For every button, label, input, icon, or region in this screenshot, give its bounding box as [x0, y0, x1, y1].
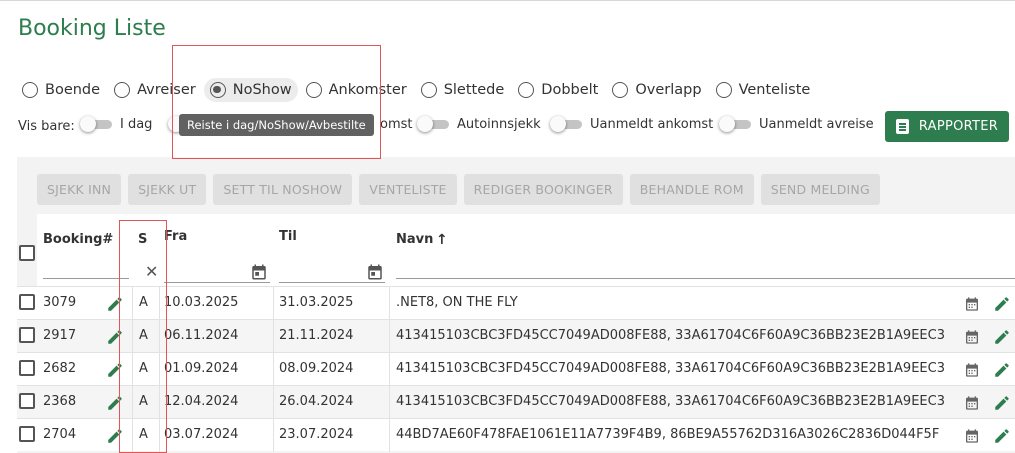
rapporter-label: RAPPORTER [918, 119, 999, 134]
venteliste-button[interactable]: VENTELISTE [359, 174, 457, 205]
pencil-icon[interactable] [993, 394, 1011, 412]
cell-til: 26.04.2024 [279, 394, 354, 409]
cell-til: 23.07.2024 [279, 427, 354, 442]
row-checkbox[interactable] [19, 327, 35, 343]
row-checkbox[interactable] [19, 294, 35, 310]
pencil-icon[interactable] [993, 361, 1011, 379]
sjekk-ut-button[interactable]: SJEKK UT [128, 174, 207, 205]
send-melding-button[interactable]: SEND MELDING [760, 174, 880, 205]
cell-booking: 3079 [43, 295, 77, 310]
column-header-fra[interactable]: Fra [164, 229, 187, 244]
navn-filter-input[interactable] [396, 278, 1015, 279]
filter-overlapp[interactable]: Overlapp [612, 82, 702, 98]
action-toolbar: SJEKK INN SJEKK UT SETT TIL NOSHOW VENTE… [37, 174, 887, 205]
calendar-icon[interactable] [964, 395, 980, 411]
table-header [37, 214, 1015, 286]
toggle-switch [550, 116, 582, 132]
toggle-switch [719, 116, 751, 132]
highlight-box-noshow [172, 45, 381, 159]
cell-navn: 413415103CBC3FD45CC7049AD008FE88, 33A617… [396, 361, 945, 376]
radio-icon [518, 82, 535, 98]
cell-til: 31.03.2025 [279, 295, 354, 310]
filter-venteliste[interactable]: Venteliste [715, 82, 811, 98]
radio-icon [715, 82, 732, 98]
toggle-label: I dag [120, 117, 153, 132]
row-checkbox[interactable] [19, 426, 35, 442]
calendar-icon[interactable] [250, 263, 268, 281]
cell-fra: 06.11.2024 [164, 328, 239, 343]
toggle-label: Autoinnsjekk [457, 117, 541, 132]
rapporter-button[interactable]: RAPPORTER [885, 111, 1009, 142]
til-filter-input[interactable] [279, 282, 385, 283]
page-title: Booking Liste [18, 16, 166, 41]
cell-fra: 01.09.2024 [164, 361, 239, 376]
report-icon [895, 119, 909, 134]
calendar-icon[interactable] [964, 296, 980, 312]
radio-icon [22, 82, 38, 98]
behandle-rom-button[interactable]: BEHANDLE ROM [629, 174, 754, 205]
filter-label: Venteliste [738, 82, 811, 98]
cell-navn: 413415103CBC3FD45CC7049AD008FE88, 33A617… [396, 394, 945, 409]
fra-filter-input[interactable] [164, 282, 270, 283]
filter-label: Boende [45, 82, 101, 98]
toggle-autoinnsjekk[interactable]: Autoinnsjekk [417, 116, 541, 132]
calendar-icon[interactable] [366, 263, 384, 281]
radio-icon [114, 82, 131, 98]
pencil-icon[interactable] [993, 295, 1011, 313]
filter-label: Dobbelt [541, 82, 599, 98]
column-header-til[interactable]: Til [279, 229, 297, 244]
cell-til: 21.11.2024 [279, 328, 354, 343]
cell-navn: 44BD7AE60F478FAE1061E11A7739F4B9, 86BE9A… [396, 427, 940, 442]
filter-slettede[interactable]: Slettede [420, 82, 505, 98]
cell-booking: 2682 [43, 361, 77, 376]
radio-icon [420, 82, 437, 98]
pencil-icon[interactable] [993, 328, 1011, 346]
top-divider [0, 0, 1015, 1]
cell-booking: 2704 [43, 427, 77, 442]
row-checkbox[interactable] [19, 360, 35, 376]
radio-icon [612, 82, 629, 98]
cell-til: 08.09.2024 [279, 361, 354, 376]
cell-fra: 10.03.2025 [164, 295, 239, 310]
column-header-booking[interactable]: Booking# [43, 232, 113, 247]
calendar-icon[interactable] [964, 362, 980, 378]
rediger-bookinger-button[interactable]: REDIGER BOOKINGER [463, 174, 623, 205]
sort-up-icon[interactable]: ↑ [436, 232, 448, 248]
toggle-uanmeldt-ankomst[interactable]: Uanmeldt ankomst [550, 116, 714, 132]
highlight-box-status-column [119, 220, 167, 453]
calendar-icon[interactable] [964, 428, 980, 444]
filter-label: Slettede [443, 82, 505, 98]
toggle-switch [417, 116, 449, 132]
cell-navn: 413415103CBC3FD45CC7049AD008FE88, 33A617… [396, 328, 945, 343]
booking-filter-input[interactable] [43, 278, 129, 279]
column-header-navn[interactable]: Navn [396, 232, 433, 247]
filter-boende[interactable]: Boende [22, 82, 100, 98]
sett-til-noshow-button[interactable]: SETT TIL NOSHOW [213, 174, 353, 205]
toggle-switch [80, 116, 112, 132]
sjekk-inn-button[interactable]: SJEKK INN [37, 174, 122, 205]
toggle-uanmeldt-avreise[interactable]: Uanmeldt avreise [719, 116, 874, 132]
cell-booking: 2368 [43, 394, 77, 409]
cell-navn: .NET8, ON THE FLY [396, 295, 518, 310]
filter-label: Overlapp [635, 82, 702, 98]
cell-fra: 03.07.2024 [164, 427, 239, 442]
vis-bare-label: Vis bare: [18, 119, 75, 134]
cell-booking: 2917 [43, 328, 77, 343]
toggle-label: Uanmeldt ankomst [590, 117, 714, 132]
toggle-label: Uanmeldt avreise [759, 117, 874, 132]
select-all-checkbox[interactable] [19, 245, 35, 261]
filter-radio-group: Boende Avreiser NoShow Ankomster Sletted… [22, 78, 824, 102]
row-checkbox[interactable] [19, 393, 35, 409]
calendar-icon[interactable] [964, 329, 980, 345]
toggle-label: omst [380, 117, 413, 132]
cell-fra: 12.04.2024 [164, 394, 239, 409]
toggle-i-dag[interactable]: I dag [80, 116, 153, 132]
pencil-icon[interactable] [993, 427, 1011, 445]
filter-dobbelt[interactable]: Dobbelt [518, 82, 598, 98]
